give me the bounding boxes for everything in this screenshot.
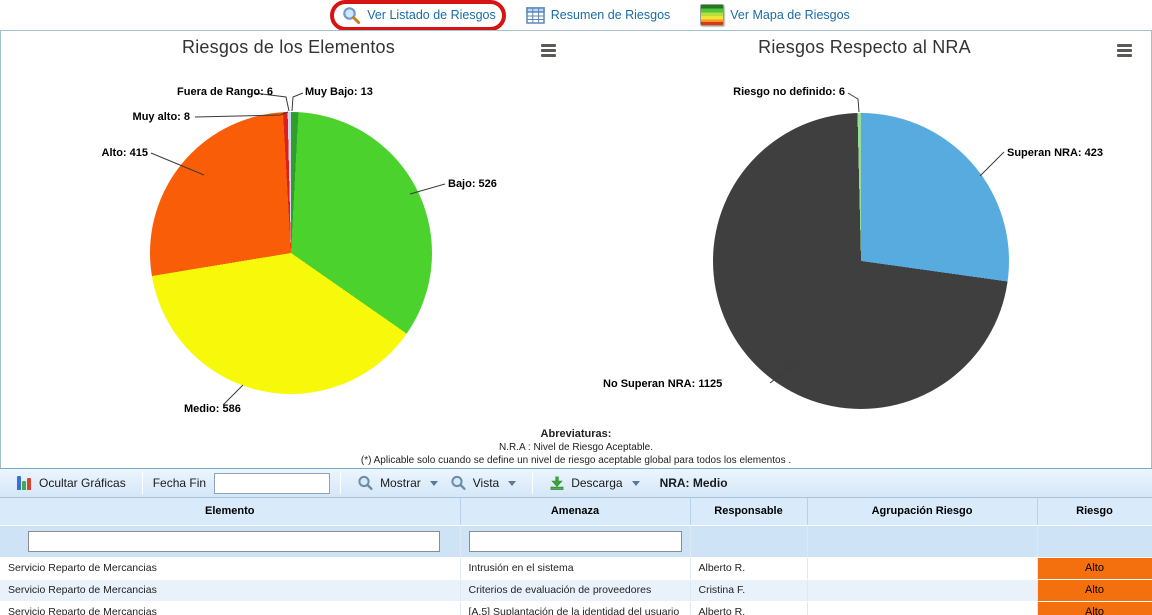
- cell-agrupacion: [807, 557, 1037, 579]
- chart-title: Riesgos de los Elementos: [1, 37, 576, 58]
- risk-badge: Alto: [1037, 557, 1152, 579]
- cell-amenaza: Criterios de evaluación de proveedores: [460, 579, 690, 601]
- cell-responsable: Cristina F.: [690, 579, 807, 601]
- descarga-dropdown[interactable]: Descarga: [543, 472, 645, 494]
- cell-responsable: Alberto R.: [690, 557, 807, 579]
- pie-label-medio: Medio: 586: [184, 403, 241, 415]
- fecha-fin-label: Fecha Fin: [153, 476, 206, 490]
- pie-riesgos-elementos[interactable]: [150, 112, 432, 394]
- cell-agrupacion: [807, 579, 1037, 601]
- magnifier-icon: [357, 475, 374, 491]
- column-header-agrupacion[interactable]: Agrupación Riesgo: [807, 498, 1037, 525]
- magnifier-icon: [450, 475, 467, 491]
- chart-riesgos-elementos: Riesgos de los Elementos Fuera de Rango:…: [1, 31, 576, 468]
- risk-map-icon: [700, 4, 724, 26]
- chevron-down-icon: [632, 481, 640, 486]
- chart-riesgos-nra: Riesgos Respecto al NRA Riesgo no defini…: [577, 31, 1152, 468]
- nav-label: Ver Mapa de Riesgos: [730, 8, 850, 22]
- column-header-amenaza[interactable]: Amenaza: [460, 498, 690, 525]
- table-filter-row: [0, 525, 1152, 557]
- fecha-fin-input[interactable]: [214, 473, 330, 494]
- vista-dropdown[interactable]: Vista: [444, 472, 522, 494]
- pie-label-superan-nra: Superan NRA: 423: [1007, 147, 1103, 159]
- pie-riesgos-nra[interactable]: [713, 113, 1009, 409]
- mostrar-dropdown[interactable]: Mostrar: [351, 472, 444, 494]
- top-navigation: Ver Listado de Riesgos Resumen de Riesgo…: [0, 0, 1152, 30]
- abbreviations-heading: Abreviaturas:: [1, 428, 1151, 442]
- risk-table: Elemento Amenaza Responsable Agrupación …: [0, 498, 1152, 615]
- table-row[interactable]: Servicio Reparto de Mercancias [A.5] Sup…: [0, 601, 1152, 615]
- cell-agrupacion: [807, 601, 1037, 615]
- toolbar-separator: [532, 472, 533, 494]
- nra-value: NRA: Medio: [660, 476, 728, 490]
- abbreviations-line: N.R.A : Nivel de Riesgo Aceptable.: [1, 442, 1151, 455]
- mostrar-label: Mostrar: [380, 476, 421, 490]
- abbreviations-note: Abreviaturas: N.R.A : Nivel de Riesgo Ac…: [1, 428, 1151, 467]
- download-icon: [549, 475, 565, 491]
- bar-chart-icon: [16, 475, 33, 491]
- cell-elemento: Servicio Reparto de Mercancias: [0, 579, 460, 601]
- nav-ver-listado-de-riesgos[interactable]: Ver Listado de Riesgos: [342, 6, 496, 25]
- cell-responsable: Alberto R.: [690, 601, 807, 615]
- chart-context-menu-icon[interactable]: [1117, 42, 1132, 59]
- cell-amenaza: [A.5] Suplantación de la identidad del u…: [460, 601, 690, 615]
- hide-charts-button[interactable]: Ocultar Gráficas: [10, 472, 132, 494]
- table-row[interactable]: Servicio Reparto de Mercancias Criterios…: [0, 579, 1152, 601]
- pie-label-alto: Alto: 415: [102, 147, 148, 159]
- abbreviations-line: (*) Aplicable solo cuando se define un n…: [1, 455, 1151, 468]
- filter-amenaza-input[interactable]: [469, 531, 682, 552]
- table-row[interactable]: Servicio Reparto de Mercancias Intrusión…: [0, 557, 1152, 579]
- nav-ver-mapa-de-riesgos[interactable]: Ver Mapa de Riesgos: [700, 4, 850, 26]
- chart-title: Riesgos Respecto al NRA: [577, 37, 1152, 58]
- pie-label-muy-alto: Muy alto: 8: [133, 111, 190, 123]
- toolbar-separator: [142, 472, 143, 494]
- cell-amenaza: Intrusión en el sistema: [460, 557, 690, 579]
- chart-context-menu-icon[interactable]: [541, 42, 556, 59]
- risk-badge: Alto: [1037, 601, 1152, 615]
- table-toolbar: Ocultar Gráficas Fecha Fin Mostrar Vista…: [0, 468, 1152, 498]
- column-header-responsable[interactable]: Responsable: [690, 498, 807, 525]
- hide-charts-label: Ocultar Gráficas: [39, 476, 126, 490]
- descarga-label: Descarga: [571, 476, 622, 490]
- pie-label-riesgo-no-definido: Riesgo no definido: 6: [733, 86, 845, 98]
- magnifier-icon: [342, 6, 361, 25]
- chevron-down-icon: [430, 481, 438, 486]
- cell-elemento: Servicio Reparto de Mercancias: [0, 557, 460, 579]
- charts-panel: Riesgos de los Elementos Fuera de Rango:…: [0, 30, 1152, 468]
- pie-label-muy-bajo: Muy Bajo: 13: [305, 86, 373, 98]
- toolbar-separator: [340, 472, 341, 494]
- cell-elemento: Servicio Reparto de Mercancias: [0, 601, 460, 615]
- vista-label: Vista: [473, 476, 499, 490]
- table-icon: [526, 7, 545, 24]
- risk-badge: Alto: [1037, 579, 1152, 601]
- nav-label: Ver Listado de Riesgos: [367, 8, 496, 22]
- nav-label: Resumen de Riesgos: [551, 8, 671, 22]
- pie-label-no-superan-nra: No Superan NRA: 1125: [603, 378, 722, 390]
- column-header-riesgo[interactable]: Riesgo: [1037, 498, 1152, 525]
- nav-resumen-de-riesgos[interactable]: Resumen de Riesgos: [526, 7, 671, 24]
- column-header-elemento[interactable]: Elemento: [0, 498, 460, 525]
- table-header-row: Elemento Amenaza Responsable Agrupación …: [0, 498, 1152, 525]
- chevron-down-icon: [508, 481, 516, 486]
- pie-label-bajo: Bajo: 526: [448, 178, 497, 190]
- pie-label-fuera-de-rango: Fuera de Rango: 6: [177, 86, 273, 98]
- filter-elemento-input[interactable]: [28, 531, 440, 552]
